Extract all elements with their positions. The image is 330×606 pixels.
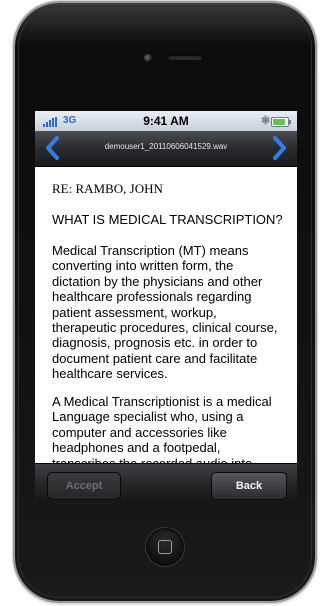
battery-level-fill bbox=[273, 119, 285, 125]
document-heading: WHAT IS MEDICAL TRANSCRIPTION? bbox=[52, 212, 283, 227]
document-paragraph: A Medical Transcriptionist is a medical … bbox=[52, 394, 272, 463]
document-view[interactable]: RE: RAMBO, JOHN WHAT IS MEDICAL TRANSCRI… bbox=[35, 167, 297, 463]
navigation-bar: demouser1_20110606041529.wav bbox=[35, 131, 297, 167]
clock: 9:41 AM bbox=[143, 114, 189, 128]
earpiece-speaker bbox=[168, 55, 202, 60]
chevron-right-icon[interactable] bbox=[267, 134, 291, 162]
document-paragraph: Medical Transcription (MT) means convert… bbox=[52, 243, 278, 382]
status-bar: 3G 9:41 AM ✱ bbox=[35, 111, 297, 131]
back-button[interactable]: Back bbox=[211, 472, 287, 500]
home-square-icon bbox=[158, 540, 172, 554]
front-camera bbox=[144, 54, 152, 62]
home-button[interactable] bbox=[146, 528, 184, 566]
accept-button[interactable]: Accept bbox=[47, 472, 121, 500]
battery-icon bbox=[271, 117, 291, 127]
bluetooth-icon: ✱ bbox=[261, 115, 271, 127]
bottom-toolbar: Accept Back bbox=[35, 463, 297, 503]
chevron-left-icon[interactable] bbox=[41, 134, 65, 162]
nav-title: demouser1_20110606041529.wav bbox=[104, 142, 228, 151]
patient-re-line: RE: RAMBO, JOHN bbox=[52, 181, 163, 196]
phone-screen: 3G 9:41 AM ✱ demouser1_20110606041529.wa… bbox=[35, 111, 297, 503]
